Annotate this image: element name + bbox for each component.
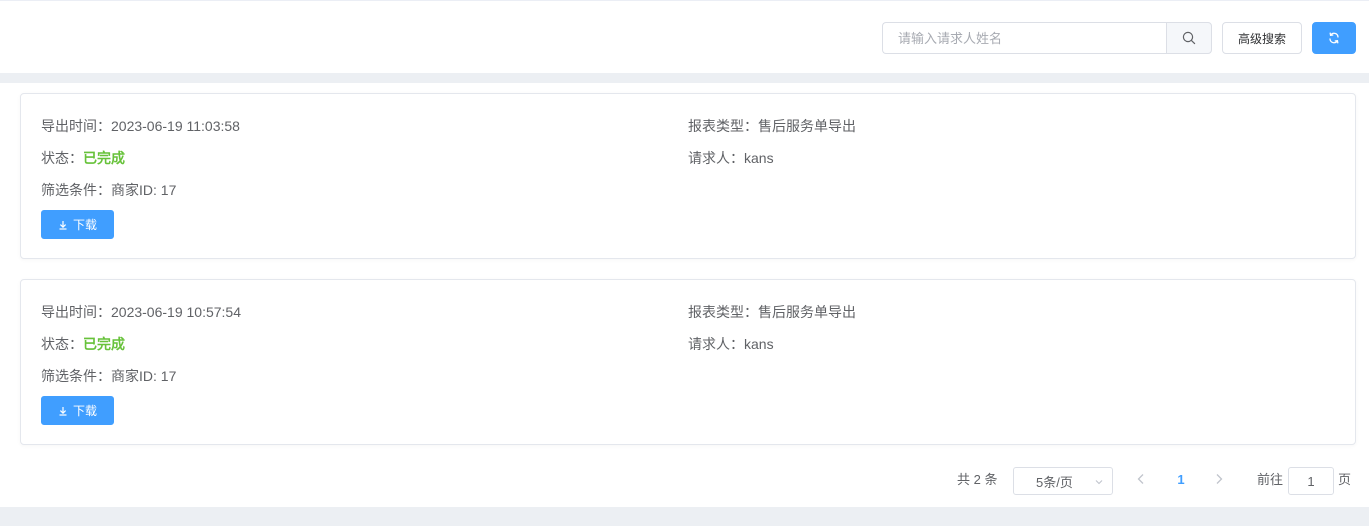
report-type-row: 报表类型：售后服务单导出 <box>688 302 856 322</box>
export-records-page: 高级搜索 导出时间：2023-06-19 11:03:58 报表类型：售后服务单… <box>0 0 1369 526</box>
filter-value: 商家ID: 17 <box>111 182 177 198</box>
advanced-search-button[interactable]: 高级搜索 <box>1222 22 1302 54</box>
status-label: 状态： <box>41 150 83 166</box>
filter-row: 筛选条件：商家ID: 17 <box>41 180 176 200</box>
toolbar: 高级搜索 <box>0 0 1369 73</box>
chevron-left-icon <box>1137 474 1144 484</box>
export-time-label: 导出时间： <box>41 118 111 134</box>
refresh-button[interactable] <box>1312 22 1356 54</box>
export-record-card: 导出时间：2023-06-19 11:03:58 报表类型：售后服务单导出 状态… <box>20 93 1356 259</box>
requester-search-input[interactable] <box>882 22 1166 54</box>
status-badge: 已完成 <box>83 336 125 352</box>
filter-label: 筛选条件： <box>41 368 111 384</box>
download-button[interactable]: 下载 <box>41 396 114 425</box>
page-size-value: 5条/页 <box>1036 474 1073 490</box>
download-icon <box>59 220 67 230</box>
filter-value: 商家ID: 17 <box>111 368 177 384</box>
status-badge: 已完成 <box>83 150 125 166</box>
requester-value: kans <box>744 150 774 166</box>
goto-page-input[interactable] <box>1288 467 1334 495</box>
status-label: 状态： <box>41 336 83 352</box>
chevron-right-icon <box>1216 474 1223 484</box>
requester-row: 请求人：kans <box>688 334 774 354</box>
prev-page-button[interactable] <box>1133 471 1149 490</box>
report-type-value: 售后服务单导出 <box>758 304 856 320</box>
download-icon <box>59 406 67 416</box>
chevron-down-icon <box>1095 480 1103 485</box>
report-type-label: 报表类型： <box>688 304 758 320</box>
report-type-label: 报表类型： <box>688 118 758 134</box>
report-type-row: 报表类型：售后服务单导出 <box>688 116 856 136</box>
bottom-divider <box>0 507 1369 526</box>
section-divider <box>0 73 1369 83</box>
status-row: 状态：已完成 <box>41 148 125 168</box>
download-button[interactable]: 下载 <box>41 210 114 239</box>
export-time-row: 导出时间：2023-06-19 11:03:58 <box>41 116 240 136</box>
export-time-value: 2023-06-19 11:03:58 <box>111 118 240 134</box>
filter-label: 筛选条件： <box>41 182 111 198</box>
goto-suffix: 页 <box>1338 472 1352 487</box>
download-label: 下载 <box>72 404 97 418</box>
page-number-1[interactable]: 1 <box>1172 470 1190 490</box>
export-time-value: 2023-06-19 10:57:54 <box>111 304 241 320</box>
export-record-card: 导出时间：2023-06-19 10:57:54 报表类型：售后服务单导出 状态… <box>20 279 1356 445</box>
search-icon <box>1182 31 1196 45</box>
report-type-value: 售后服务单导出 <box>758 118 856 134</box>
filter-row: 筛选条件：商家ID: 17 <box>41 366 176 386</box>
next-page-button[interactable] <box>1211 471 1227 490</box>
export-time-label: 导出时间： <box>41 304 111 320</box>
requester-value: kans <box>744 336 774 352</box>
export-time-row: 导出时间：2023-06-19 10:57:54 <box>41 302 241 322</box>
refresh-icon <box>1329 32 1339 44</box>
requester-label: 请求人： <box>688 336 744 352</box>
status-row: 状态：已完成 <box>41 334 125 354</box>
download-label: 下载 <box>72 218 97 232</box>
page-size-select[interactable]: 5条/页 <box>1013 467 1113 495</box>
goto-label: 前往 <box>1257 472 1284 487</box>
requester-label: 请求人： <box>688 150 744 166</box>
search-button[interactable] <box>1166 22 1212 54</box>
pagination-total: 共 2 条 <box>957 472 998 487</box>
requester-row: 请求人：kans <box>688 148 774 168</box>
search-group <box>882 22 1212 54</box>
